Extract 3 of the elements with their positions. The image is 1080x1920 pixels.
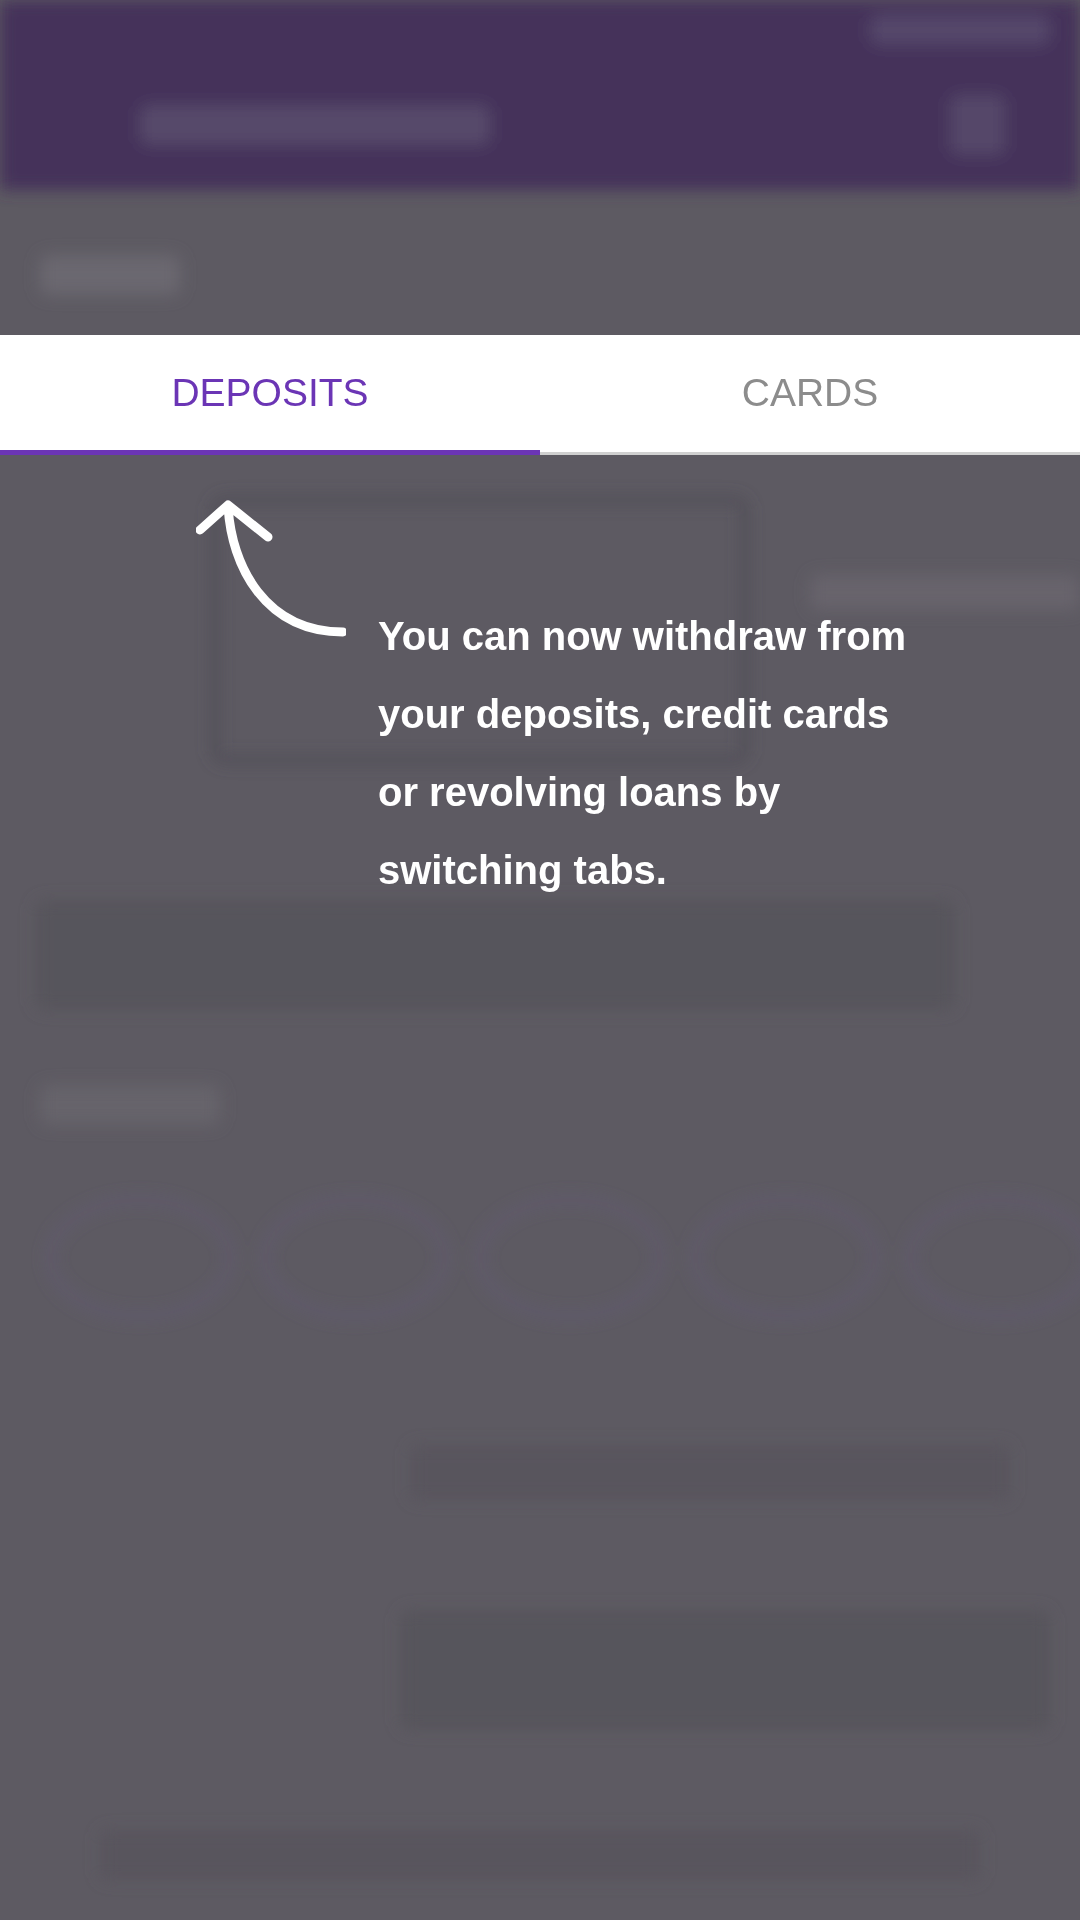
curved-arrow-icon: [196, 497, 346, 637]
tip-text: You can now withdraw from your deposits, credit cards or revolving loans by switching tabs.: [378, 613, 908, 894]
tab[interactable]: DEPOSITS: [0, 335, 540, 455]
